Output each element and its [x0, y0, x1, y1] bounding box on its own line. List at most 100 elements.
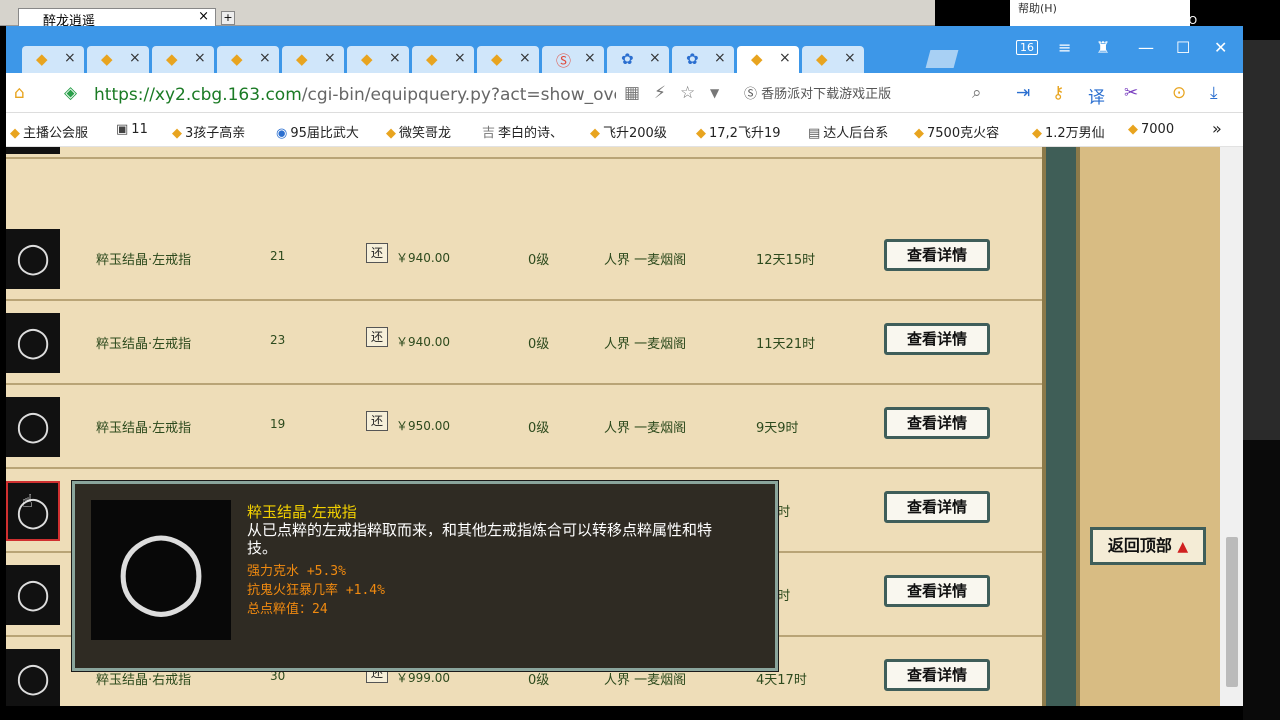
close-icon[interactable]: × [519, 50, 531, 66]
bookmark-item[interactable]: ◆ 7500克火容 [914, 122, 999, 141]
ring-thumbnail[interactable]: ◯ [6, 397, 60, 457]
butterfly-icon: ✿ [686, 50, 699, 68]
close-icon[interactable]: × [259, 50, 271, 66]
ring-thumbnail[interactable]: ◯ [6, 649, 60, 706]
scrollbar-thumb[interactable] [1226, 537, 1238, 687]
browser-tab[interactable]: ✿ × [607, 46, 669, 73]
page-scrollbar[interactable] [1220, 147, 1243, 706]
back-to-top-button[interactable]: 返回顶部 ▲ [1090, 527, 1206, 565]
item-name[interactable]: 粹玉结晶·左戒指 [96, 249, 191, 268]
time-left: 9天9时 [756, 421, 799, 436]
bookmark-item[interactable]: ▣ 11 [116, 122, 148, 137]
browser-tab[interactable]: ◆ × [477, 46, 539, 73]
browser-tab[interactable]: ◆ × [412, 46, 474, 73]
login-icon[interactable]: ⇥ [1016, 83, 1030, 103]
side-panel [1080, 147, 1220, 706]
view-details-button[interactable]: 查看详情 [884, 575, 990, 607]
browser-tab[interactable]: ◆ × [802, 46, 864, 73]
item-name[interactable]: 粹玉结晶·左戒指 [96, 333, 191, 352]
close-icon[interactable]: × [779, 50, 791, 66]
view-details-button[interactable]: 查看详情 [884, 491, 990, 523]
item-server: 人界 一麦烟阁 [604, 253, 687, 268]
star-icon[interactable]: ☆ [680, 83, 695, 103]
item-name[interactable]: 粹玉结晶·左戒指 [96, 417, 191, 436]
bookmark-item[interactable]: ◆ 7000 [1128, 122, 1174, 137]
ring-thumbnail[interactable]: ◯ [6, 229, 60, 289]
view-details-button[interactable]: 查看详情 [884, 239, 990, 271]
close-icon[interactable]: × [64, 50, 76, 66]
qr-icon[interactable]: ▦ [624, 83, 640, 103]
key-icon[interactable]: ⚷ [1052, 83, 1064, 103]
search-suggestion[interactable]: Ⓢ 香肠派对下载游戏正版 [744, 83, 994, 102]
bookmark-item[interactable]: ◆ 3孩子高亲 [172, 122, 245, 141]
menu-icon[interactable]: ≡ [1058, 38, 1071, 57]
background-help-menu[interactable]: 帮助(H) [1010, 0, 1190, 26]
item-grade: 0级 [528, 253, 550, 268]
time-left: 12天15时 [756, 253, 816, 268]
maximize-icon[interactable]: ☐ [1176, 38, 1190, 57]
window-count-badge[interactable]: 16 [1016, 40, 1038, 55]
item-tooltip: ◯ 粹玉结晶·左戒指 从已点粹的左戒指粹取而来，和其他左戒指炼合可以转移点粹属性… [71, 480, 779, 672]
close-icon[interactable]: × [194, 50, 206, 66]
close-icon[interactable]: × [129, 50, 141, 66]
close-icon[interactable]: × [454, 50, 466, 66]
close-icon[interactable]: × [844, 50, 856, 66]
home-icon[interactable]: ⌂ [14, 83, 25, 103]
new-tab-button[interactable] [925, 50, 959, 68]
search-icon[interactable]: ⌕ [972, 83, 982, 103]
ring-thumbnail[interactable]: ◯ [6, 565, 60, 625]
browser-tab[interactable]: Ⓢ × [542, 46, 604, 73]
browser-tab[interactable]: ◆ × [87, 46, 149, 73]
pay-badge: 还 [366, 327, 388, 347]
close-icon[interactable]: × [649, 50, 661, 66]
browser-tab[interactable]: ◆ × [282, 46, 344, 73]
minimize-icon[interactable]: — [1138, 38, 1154, 57]
item-server: 人界 一麦烟阁 [604, 337, 687, 352]
close-icon[interactable]: × [584, 50, 596, 66]
close-icon[interactable]: × [389, 50, 401, 66]
item-server: 人界 一麦烟阁 [604, 421, 687, 436]
close-window-icon[interactable]: ✕ [1214, 38, 1227, 57]
bookmark-item[interactable]: ◆ 主播公会服 [10, 122, 88, 141]
close-icon[interactable]: × [714, 50, 726, 66]
browser-tab[interactable]: ✿ × [672, 46, 734, 73]
bookmark-item[interactable]: 吉李白的诗、 [482, 122, 563, 141]
bookmark-item[interactable]: ◉ 95届比武大 [276, 122, 359, 141]
more-icon[interactable]: ⊙ [1172, 83, 1186, 103]
page-icon: 吉 [482, 126, 496, 141]
ring-thumbnail[interactable]: ◯ [6, 313, 60, 373]
shield-icon[interactable]: ◈ [64, 83, 77, 103]
bookmark-item[interactable]: ▤ 达人后台系 [808, 122, 888, 141]
shirt-icon[interactable]: ♜ [1096, 38, 1110, 57]
bookmark-item[interactable]: ◆ 微笑哥龙 [386, 122, 451, 141]
url-field[interactable]: https://xy2.cbg.163.com/cgi-bin/equipque… [94, 85, 616, 105]
lightning-icon[interactable]: ⚡ [654, 83, 666, 103]
close-icon[interactable]: × [198, 9, 209, 24]
chevron-down-icon[interactable]: ▼ [710, 86, 719, 100]
bookmark-item[interactable]: ◆ 17,2飞升19 [696, 122, 781, 141]
view-details-button[interactable]: 查看详情 [884, 659, 990, 691]
download-icon[interactable]: ⤓ [1210, 83, 1218, 103]
time-left: 4天17时 [756, 673, 807, 688]
browser-tab[interactable]: ◆ × [347, 46, 409, 73]
browser-tab[interactable]: ◆ × [22, 46, 84, 73]
browser-tab[interactable]: ◆ × [217, 46, 279, 73]
item-name[interactable]: 粹玉结晶·右戒指 [96, 669, 191, 688]
ring-thumbnail[interactable]: ◯ [6, 481, 60, 541]
time-left: 11天21时 [756, 337, 816, 352]
table-row: ◯ [6, 147, 1042, 159]
bookmark-item[interactable]: ◆ 1.2万男仙 [1032, 122, 1105, 141]
browser-tab-active[interactable]: ◆ × [737, 46, 799, 73]
new-tab-button[interactable]: + [221, 11, 235, 25]
game-icon: ▣ [116, 122, 129, 137]
view-details-button[interactable]: 查看详情 [884, 323, 990, 355]
background-tab[interactable]: 醉龙逍遥 × [18, 8, 216, 29]
bookmark-item[interactable]: ◆ 飞升200级 [590, 122, 667, 141]
browser-tab[interactable]: ◆ × [152, 46, 214, 73]
ring-thumbnail[interactable]: ◯ [6, 147, 60, 154]
translate-icon[interactable]: 译 [1088, 83, 1105, 108]
bookmarks-more-button[interactable]: » [1212, 119, 1222, 138]
close-icon[interactable]: × [324, 50, 336, 66]
view-details-button[interactable]: 查看详情 [884, 407, 990, 439]
scissors-icon[interactable]: ✂ [1124, 83, 1138, 103]
